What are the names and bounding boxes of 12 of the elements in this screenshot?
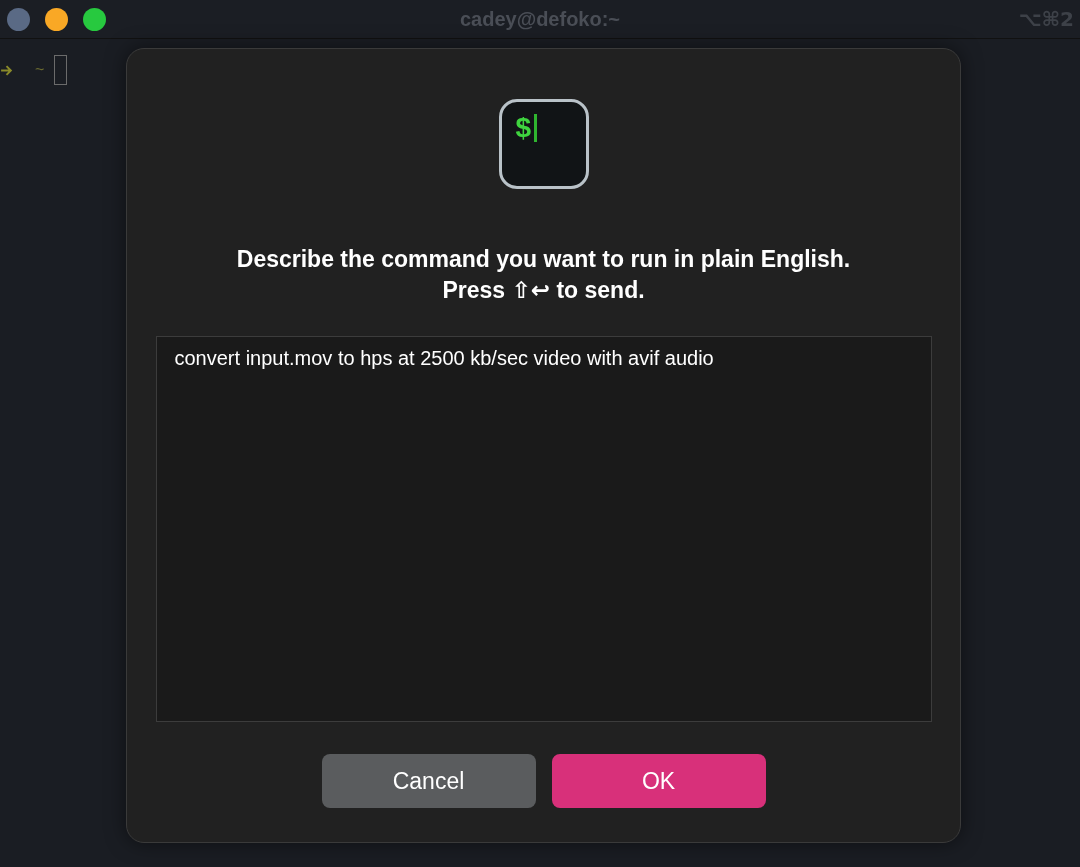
ok-button[interactable]: OK (551, 754, 766, 808)
arrow-icon (0, 63, 13, 77)
zoom-button[interactable] (83, 7, 106, 31)
prompt-path: ~ (35, 61, 45, 79)
terminal-app-icon: $ (498, 99, 589, 189)
input-field[interactable]: convert input.mov to hps at 2500 kb/sec video with avif audio (155, 336, 932, 722)
cancel-button[interactable]: Cancel (321, 754, 536, 808)
minimize-button[interactable] (45, 7, 68, 31)
terminal-cursor (54, 55, 68, 85)
close-button[interactable] (7, 7, 30, 31)
dialog-heading: Describe the command you want to run in plain English. (236, 245, 851, 274)
dialog-heading: Press ⇧↩ to send. (441, 276, 646, 305)
